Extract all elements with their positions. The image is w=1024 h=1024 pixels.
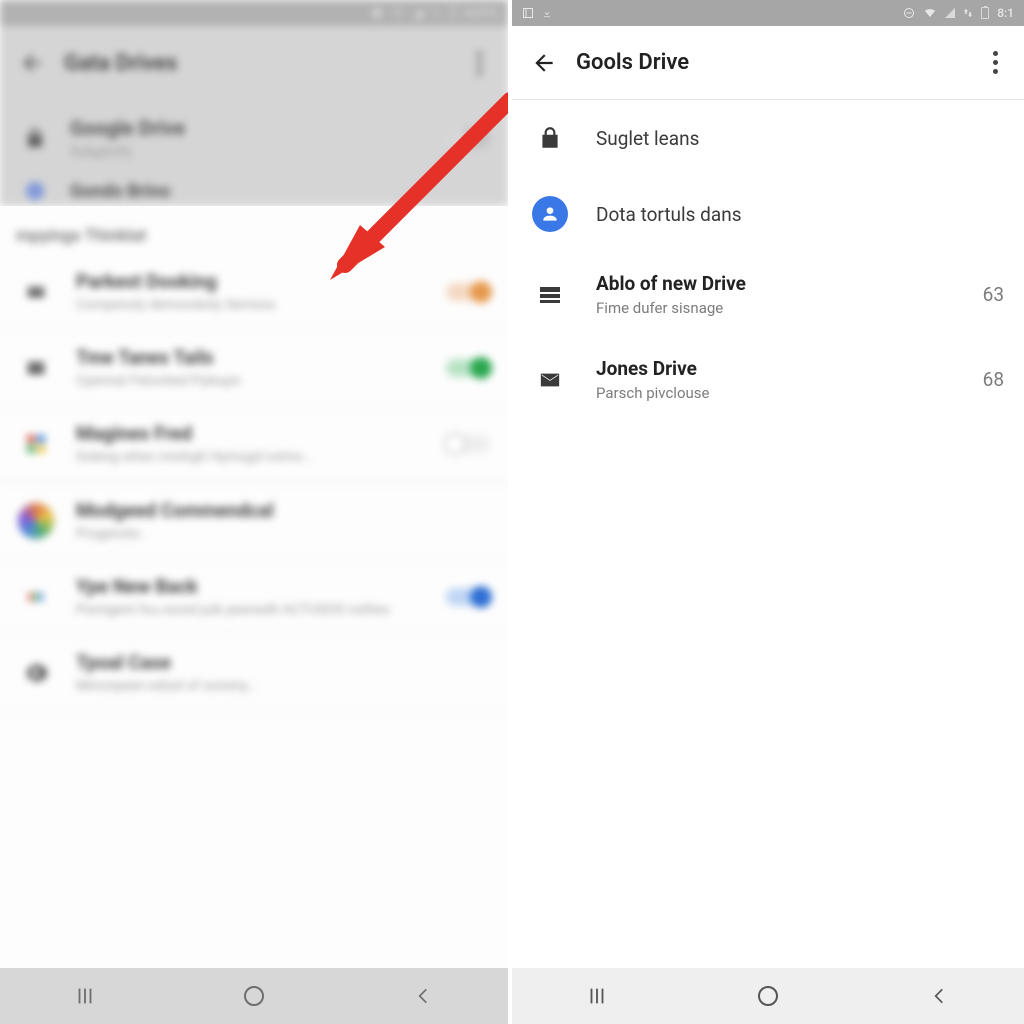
toggle-switch[interactable] xyxy=(446,359,490,377)
toggle-switch[interactable] xyxy=(446,588,490,606)
nav-back-button[interactable] xyxy=(879,976,999,1016)
recents-button[interactable] xyxy=(537,976,657,1016)
row-title: Tme Tanes Tails xyxy=(76,346,446,369)
folder-icon xyxy=(18,274,54,310)
row-subtitle: Progensto. xyxy=(76,526,490,542)
sheet-section-title: mpyings Thinklat xyxy=(0,206,508,254)
app-title: Gools Drive xyxy=(576,50,689,75)
signal-icon xyxy=(945,8,955,18)
settings-row[interactable]: Parkest Dooking Compensly demondsity Sem… xyxy=(0,254,508,330)
mail-icon xyxy=(18,350,54,386)
toggle-switch[interactable] xyxy=(448,128,490,148)
item-title: Gondo Brino xyxy=(70,181,170,202)
item-subtitle: Fime dufer sisnage xyxy=(596,299,983,317)
back-button[interactable] xyxy=(522,41,566,85)
row-subtitle: Cpennal Felonited Pyleupn xyxy=(76,373,446,389)
grid-icon xyxy=(18,579,54,615)
mail-icon xyxy=(532,362,568,398)
dnd-icon xyxy=(903,7,915,19)
lock-icon xyxy=(18,126,52,150)
row-subtitle: Minonpeen edoel of soneny… xyxy=(76,678,490,694)
list-item[interactable]: Suglet leans xyxy=(512,100,1024,176)
battery-icon xyxy=(449,7,457,19)
folder-icon xyxy=(18,180,52,202)
toggle-switch[interactable] xyxy=(446,435,490,453)
wifi-icon xyxy=(923,7,937,19)
home-button[interactable] xyxy=(194,976,314,1016)
lock-icon xyxy=(532,120,568,156)
gear-icon xyxy=(18,655,54,691)
nav-back-button[interactable] xyxy=(363,976,483,1016)
settings-row[interactable]: Tpoal Case Minonpeen edoel of soneny… xyxy=(0,635,508,711)
item-title: Google Drive xyxy=(70,116,185,140)
row-title: Ype New Back xyxy=(76,575,446,598)
signal-icon xyxy=(413,8,423,18)
battery-percent: 0.21% xyxy=(465,6,498,20)
app-icon xyxy=(18,426,54,462)
battery-icon xyxy=(981,7,989,19)
nav-bar xyxy=(0,968,508,1024)
settings-row[interactable]: Tme Tanes Tails Cpennal Felonited Pyleup… xyxy=(0,330,508,406)
app-title: Gata Drives xyxy=(64,51,177,76)
back-button[interactable] xyxy=(10,41,54,85)
settings-row[interactable]: Modgeed Commendcal Progensto. xyxy=(0,482,508,559)
status-bar: 8:1 xyxy=(512,0,1024,26)
item-subtitle: Parsch pivclouse xyxy=(596,384,983,402)
row-subtitle: Soleng when mistrgh Hymsgd rutms… xyxy=(76,449,446,465)
row-title: Tpoal Case xyxy=(76,651,490,674)
list-item[interactable]: Dota tortuls dans xyxy=(512,176,1024,252)
nav-bar xyxy=(512,968,1024,1024)
data-icon xyxy=(431,7,441,19)
overflow-menu-button[interactable] xyxy=(980,51,1010,74)
clock-time: 8:1 xyxy=(997,6,1014,20)
download-icon xyxy=(542,7,552,19)
item-title: Jones Drive xyxy=(596,357,983,380)
bottom-sheet: mpyings Thinklat Parkest Dooking Compens… xyxy=(0,206,508,968)
data-icon xyxy=(963,7,973,19)
list-item[interactable]: Gondo Brino xyxy=(0,176,508,206)
list-item[interactable]: Jones Drive Parsch pivclouse 68 xyxy=(512,337,1024,422)
list-item[interactable]: Ablo of new Drive Fime dufer sisnage 63 xyxy=(512,252,1024,337)
list-item[interactable]: Google Drive Subgenlfy xyxy=(0,100,508,176)
shield-icon xyxy=(371,7,383,19)
row-title: Magines Fred xyxy=(76,422,446,445)
item-value: 63 xyxy=(983,283,1004,306)
item-title: Dota tortuls dans xyxy=(596,203,1004,226)
toggle-switch[interactable] xyxy=(446,283,490,301)
row-title: Modgeed Commendcal xyxy=(76,499,490,522)
row-title: Parkest Dooking xyxy=(76,270,446,293)
item-title: Suglet leans xyxy=(596,127,1004,150)
settings-row[interactable]: Magines Fred Soleng when mistrgh Hymsgd … xyxy=(0,406,508,482)
item-title: Ablo of new Drive xyxy=(596,272,983,295)
storage-icon xyxy=(532,277,568,313)
person-icon xyxy=(532,196,568,232)
left-screenshot: 0.21% Gata Drives Google Drive xyxy=(0,0,512,1024)
item-subtitle: Subgenlfy xyxy=(70,144,185,160)
screenshot-icon xyxy=(522,7,534,19)
row-subtitle: Compensly demondsity Semess xyxy=(76,297,446,313)
recents-button[interactable] xyxy=(25,976,145,1016)
row-subtitle: Psmigent fou esred juik peenedh ACTUSOS … xyxy=(76,602,446,618)
overflow-menu-button[interactable] xyxy=(464,52,494,75)
right-screenshot: 8:1 Gools Drive Suglet leans xyxy=(512,0,1024,1024)
home-button[interactable] xyxy=(708,976,828,1016)
wifi-icon xyxy=(391,7,405,19)
item-value: 68 xyxy=(983,368,1004,391)
status-bar: 0.21% xyxy=(0,0,508,26)
settings-row[interactable]: Ype New Back Psmigent fou esred juik pee… xyxy=(0,559,508,635)
globe-icon xyxy=(18,503,54,539)
